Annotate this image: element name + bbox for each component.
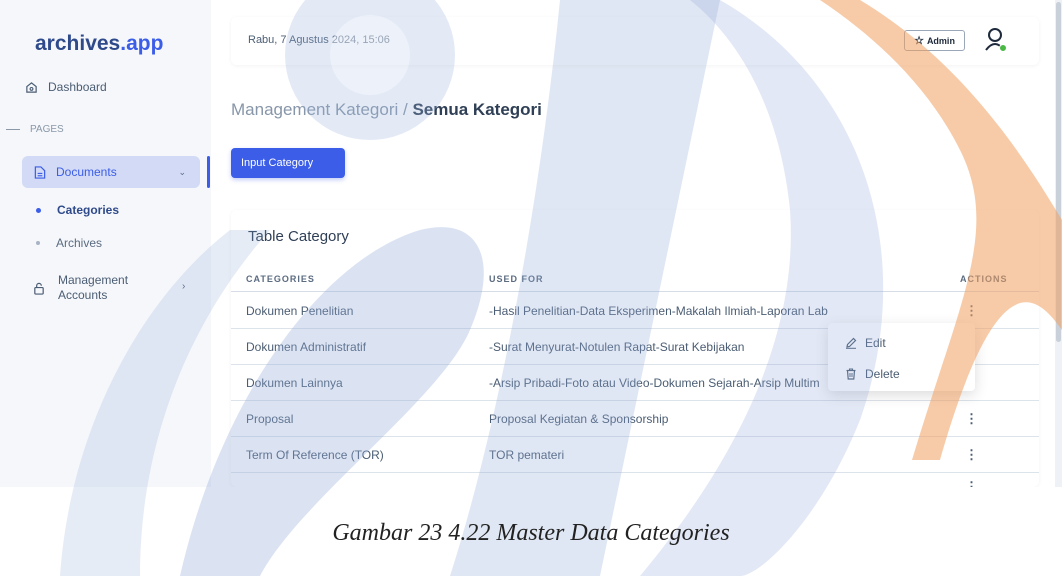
scrollbar[interactable] — [1055, 0, 1062, 487]
document-icon — [34, 165, 46, 179]
table-header: CATEGORIES USED FOR ACTIONS — [231, 266, 1039, 292]
trash-icon — [845, 368, 857, 380]
column-header: CATEGORIES — [246, 274, 315, 284]
sidebar-item-label: Management — [58, 273, 129, 287]
table-title: Table Category — [248, 228, 349, 245]
more-options-icon[interactable]: ⋮ — [965, 411, 978, 427]
star-icon: ☆ — [914, 35, 924, 47]
chevron-down-icon: ⌄ — [178, 166, 186, 177]
sidebar-subitem-archives[interactable]: Archives — [36, 236, 102, 250]
sidebar: archives.app Dashboard PAGES Documents ⌄… — [0, 0, 211, 487]
category-used-for: -Arsip Pribadi-Foto atau Video-Dokumen S… — [489, 376, 820, 390]
chevron-right-icon: › — [182, 281, 186, 292]
column-header: ACTIONS — [960, 274, 1008, 284]
home-icon — [24, 80, 38, 94]
scrollbar-thumb[interactable] — [1056, 2, 1061, 342]
app-logo[interactable]: archives.app — [35, 32, 163, 56]
category-name: Dokumen Administratif — [246, 340, 367, 354]
sidebar-item-label: Accounts — [58, 288, 108, 302]
more-options-icon[interactable]: ⋮ — [965, 303, 978, 319]
active-dot-icon — [36, 207, 41, 213]
sidebar-item-management-accounts[interactable]: Management Accounts › — [32, 273, 185, 303]
pencil-icon — [845, 337, 857, 349]
sidebar-item-label: Dashboard — [48, 80, 107, 94]
sidebar-item-label: Documents — [56, 165, 117, 179]
table-row-partial: ⋮ — [231, 473, 1039, 487]
top-bar: Rabu, 7 Agustus 2024, 15:06 ☆ Admin — [231, 17, 1039, 65]
screenshot: archives.app Dashboard PAGES Documents ⌄… — [0, 0, 1062, 487]
delete-menu-item[interactable]: Delete — [845, 367, 900, 381]
input-category-button[interactable]: Input Category — [231, 148, 345, 178]
section-label: PAGES — [0, 124, 64, 135]
category-used-for: -Hasil Penelitian-Data Eksperimen-Makala… — [489, 304, 828, 318]
bullet-icon — [36, 241, 40, 245]
role-badge[interactable]: ☆ Admin — [904, 30, 965, 51]
category-used-for: TOR pemateri — [489, 448, 565, 462]
more-options-icon[interactable]: ⋮ — [965, 479, 978, 487]
column-header: USED FOR — [489, 274, 544, 284]
category-name: Proposal — [246, 412, 294, 426]
table-row: Proposal Proposal Kegiatan & Sponsorship… — [231, 401, 1039, 437]
category-used-for: Proposal Kegiatan & Sponsorship — [489, 412, 669, 426]
lock-icon — [32, 281, 46, 295]
category-name: Dokumen Lainnya — [246, 376, 343, 390]
category-name: Term Of Reference (TOR) — [246, 448, 384, 462]
avatar[interactable] — [983, 26, 1009, 54]
row-actions-menu: Edit Delete — [828, 323, 975, 391]
figure-caption: Gambar 23 4.22 Master Data Categories — [332, 520, 730, 546]
edit-menu-item[interactable]: Edit — [845, 336, 886, 350]
category-used-for: -Surat Menyurat-Notulen Rapat-Surat Kebi… — [489, 340, 745, 354]
category-name: Dokumen Penelitian — [246, 304, 354, 318]
table-row: Term Of Reference (TOR) TOR pemateri ⋮ — [231, 437, 1039, 473]
sidebar-subitem-categories[interactable]: Categories — [36, 203, 119, 217]
more-options-icon[interactable]: ⋮ — [965, 447, 978, 463]
sidebar-item-documents[interactable]: Documents ⌄ — [22, 156, 200, 188]
sidebar-item-dashboard[interactable]: Dashboard — [24, 80, 107, 94]
page-title: Management Kategori / Semua Kategori — [231, 100, 542, 119]
current-date: Rabu, 7 Agustus 2024, 15:06 — [248, 34, 390, 46]
active-indicator — [207, 156, 210, 188]
